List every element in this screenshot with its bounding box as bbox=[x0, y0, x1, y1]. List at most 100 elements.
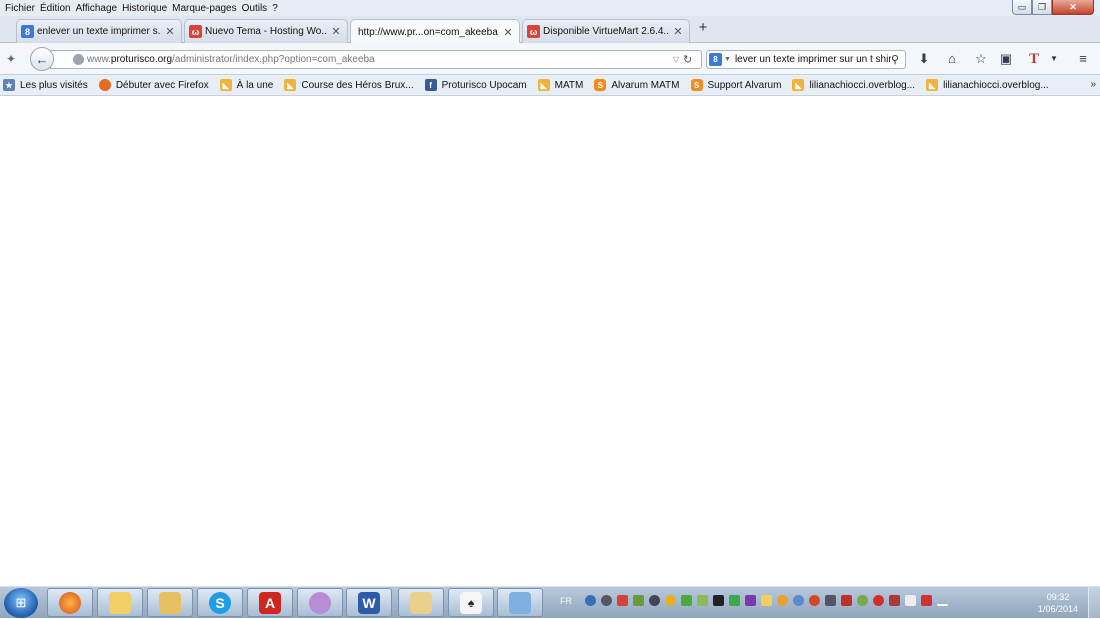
rss-icon: ◣ bbox=[792, 79, 805, 91]
clipboard-icon[interactable]: ▣ bbox=[998, 51, 1014, 67]
tray-app-icon[interactable] bbox=[809, 595, 820, 606]
menu-edit[interactable]: Édition bbox=[40, 3, 71, 14]
search-icon[interactable]: ⚲ bbox=[891, 53, 905, 66]
hamburger-menu-icon[interactable]: ≡ bbox=[1075, 51, 1091, 67]
new-tab-button[interactable]: + bbox=[697, 20, 709, 35]
bookmark-a-la-une[interactable]: ◣ À la une bbox=[219, 79, 273, 91]
firefox-icon bbox=[98, 79, 111, 91]
back-button[interactable]: ← bbox=[30, 47, 54, 71]
search-bar[interactable]: 8 ▼ lever un texte imprimer sur un t shi… bbox=[706, 50, 906, 69]
google-icon[interactable]: 8 bbox=[709, 53, 722, 66]
s-icon: S bbox=[690, 79, 703, 91]
bookmark-matm[interactable]: ◣ MATM bbox=[537, 79, 583, 91]
tray-app-icon[interactable] bbox=[697, 595, 708, 606]
tray-app-icon[interactable] bbox=[873, 595, 884, 606]
dropdown-icon[interactable]: ▽ bbox=[673, 55, 683, 64]
maximize-button[interactable]: ❐ bbox=[1032, 0, 1052, 15]
addon-icon[interactable]: ✦ bbox=[6, 52, 20, 66]
tray-app-icon[interactable] bbox=[665, 595, 676, 606]
star-icon[interactable]: ☆ bbox=[973, 51, 989, 67]
clock[interactable]: 09:32 1/06/2014 bbox=[1033, 591, 1083, 615]
tray-app-icon[interactable] bbox=[889, 595, 900, 606]
chevron-down-icon[interactable]: ▼ bbox=[1046, 51, 1062, 67]
tray-app-icon[interactable] bbox=[601, 595, 612, 606]
tab-virtuemart[interactable]: ω Disponible VirtueMart 2.6.4... ✕ bbox=[522, 19, 690, 43]
volume-icon[interactable] bbox=[905, 595, 916, 606]
menu-tools[interactable]: Outils bbox=[242, 3, 268, 14]
tab-strip: 8 enlever un texte imprimer s... ✕ ω Nue… bbox=[0, 16, 1100, 44]
tray-app-icon[interactable] bbox=[793, 595, 804, 606]
minimize-button[interactable]: ▭ bbox=[1012, 0, 1032, 15]
taskbar-acrobat[interactable]: A bbox=[247, 588, 293, 617]
t-addon-icon[interactable]: T bbox=[1026, 51, 1042, 67]
taskbar-solitaire[interactable]: ♠ bbox=[448, 588, 494, 617]
rss-icon: ◣ bbox=[537, 79, 550, 91]
taskbar-paint[interactable] bbox=[497, 588, 543, 617]
home-icon[interactable]: ⌂ bbox=[944, 51, 960, 67]
tray-app-icon[interactable] bbox=[729, 595, 740, 606]
close-icon[interactable]: ✕ bbox=[503, 26, 513, 39]
tray-app-icon[interactable] bbox=[681, 595, 692, 606]
tray-app-icon[interactable] bbox=[649, 595, 660, 606]
word-icon: W bbox=[358, 591, 380, 614]
tray-app-icon[interactable] bbox=[713, 595, 724, 606]
tab-akeeba[interactable]: http://www.pr...on=com_akeeba ✕ bbox=[350, 19, 520, 44]
taskbar-firefox[interactable] bbox=[47, 588, 93, 617]
reload-icon[interactable]: ↻ bbox=[683, 53, 697, 66]
menu-help[interactable]: ? bbox=[272, 3, 278, 14]
google-icon: 8 bbox=[21, 25, 34, 38]
bookmark-course-heros[interactable]: ◣ Course des Héros Brux... bbox=[284, 79, 414, 91]
bookmark-support-alvarum[interactable]: S Support Alvarum bbox=[690, 79, 781, 91]
bluetooth-icon[interactable] bbox=[585, 595, 596, 606]
tab-hosting[interactable]: ω Nuevo Tema - Hosting Wo... ✕ bbox=[184, 19, 348, 43]
taskbar-skype[interactable]: S bbox=[197, 588, 243, 617]
search-input[interactable]: lever un texte imprimer sur un t shirt bbox=[735, 54, 891, 65]
tray-app-icon[interactable] bbox=[761, 595, 772, 606]
tray-app-icon[interactable] bbox=[633, 595, 644, 606]
chevron-down-icon[interactable]: ▼ bbox=[724, 56, 731, 63]
close-icon[interactable]: ✕ bbox=[331, 25, 341, 38]
download-icon[interactable]: ⬇ bbox=[916, 51, 932, 67]
bookmark-overblog-2[interactable]: ◣ lilianachiocci.overblog... bbox=[926, 79, 1049, 91]
language-indicator[interactable]: FR bbox=[560, 596, 572, 606]
bookmark-alvarum-matm[interactable]: S Alvarum MATM bbox=[594, 79, 680, 91]
tray-app-icon[interactable] bbox=[617, 595, 628, 606]
onenote-icon[interactable] bbox=[745, 595, 756, 606]
bookmark-overblog-1[interactable]: ◣ lilianachiocci.overblog... bbox=[792, 79, 915, 91]
bookmarks-bar: ★ Les plus visités Débuter avec Firefox ◣… bbox=[0, 75, 1100, 96]
taskbar-folder[interactable] bbox=[398, 588, 444, 617]
bookmark-proturisco[interactable]: f Proturisco Upocam bbox=[424, 79, 527, 91]
clock-time: 09:32 bbox=[1046, 592, 1070, 602]
tray-app-icon[interactable] bbox=[777, 595, 788, 606]
start-button[interactable]: ⊞ bbox=[4, 588, 38, 618]
bookmarks-overflow-button[interactable]: » bbox=[1090, 79, 1096, 90]
w-icon: ω bbox=[527, 25, 540, 38]
menu-view[interactable]: Affichage bbox=[76, 3, 118, 14]
rss-icon: ◣ bbox=[926, 79, 939, 91]
menu-bookmarks[interactable]: Marque-pages bbox=[172, 3, 236, 14]
close-icon[interactable]: ✕ bbox=[165, 25, 175, 38]
url-bar[interactable]: www.proturisco.org/administrator/index.p… bbox=[50, 50, 702, 69]
tray-app-icon[interactable] bbox=[841, 595, 852, 606]
network-signal-icon[interactable] bbox=[937, 595, 948, 606]
url-text[interactable]: www.proturisco.org/administrator/index.p… bbox=[87, 54, 673, 65]
taskbar-files[interactable] bbox=[147, 588, 193, 617]
tab-google-search[interactable]: 8 enlever un texte imprimer s... ✕ bbox=[16, 19, 182, 43]
taskbar-game[interactable] bbox=[297, 588, 343, 617]
menu-history[interactable]: Historique bbox=[122, 3, 167, 14]
close-window-button[interactable]: ✕ bbox=[1052, 0, 1094, 15]
firefox-icon bbox=[59, 591, 81, 614]
skype-icon: S bbox=[209, 591, 231, 614]
tray-app-icon[interactable] bbox=[825, 595, 836, 606]
show-desktop-button[interactable] bbox=[1088, 587, 1100, 619]
close-icon[interactable]: ✕ bbox=[673, 25, 683, 38]
taskbar-explorer[interactable] bbox=[97, 588, 143, 617]
bookmark-firefox[interactable]: Débuter avec Firefox bbox=[98, 79, 209, 91]
tray-app-icon[interactable] bbox=[921, 595, 932, 606]
taskbar-word[interactable]: W bbox=[346, 588, 392, 617]
folder-icon bbox=[109, 591, 131, 614]
rss-icon: ◣ bbox=[284, 79, 297, 91]
bookmark-most-visited[interactable]: ★ Les plus visités bbox=[3, 79, 88, 91]
menu-file[interactable]: Fichier bbox=[5, 3, 35, 14]
tray-app-icon[interactable] bbox=[857, 595, 868, 606]
